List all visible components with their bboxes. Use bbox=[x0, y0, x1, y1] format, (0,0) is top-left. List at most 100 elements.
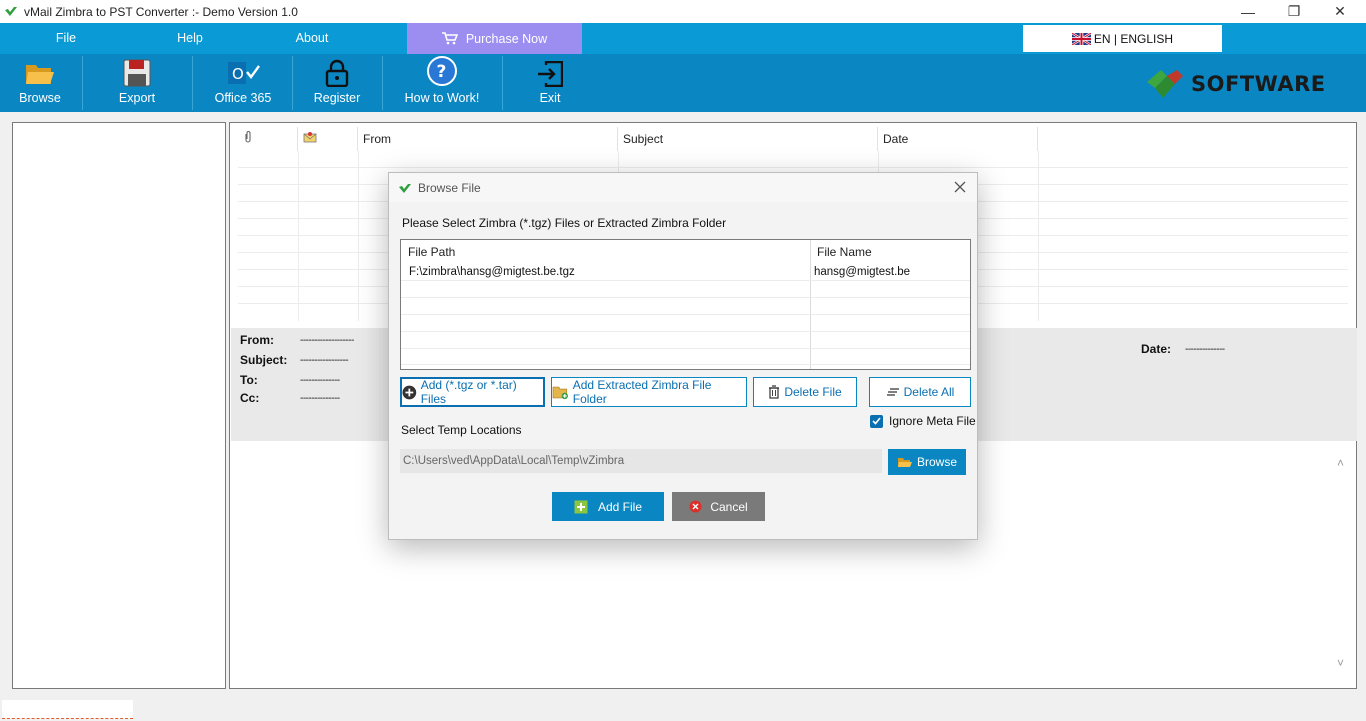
dialog-instruction: Please Select Zimbra (*.tgz) Files or Ex… bbox=[402, 216, 727, 230]
help-icon: ? bbox=[427, 56, 457, 86]
brand-logo-icon bbox=[1147, 70, 1183, 98]
add-files-button[interactable]: Add (*.tgz or *.tar) Files bbox=[400, 377, 545, 407]
cancel-circle-icon bbox=[689, 500, 702, 513]
row-divider bbox=[401, 314, 970, 315]
lock-icon bbox=[325, 59, 349, 87]
brand-logo: SOFTWARE bbox=[1145, 68, 1326, 100]
add-square-icon bbox=[574, 500, 588, 513]
language-label: EN | ENGLISH bbox=[1093, 31, 1174, 46]
scroll-down-arrow-icon[interactable]: ˅ bbox=[1337, 656, 1344, 670]
cart-icon bbox=[441, 32, 458, 45]
file-name-cell[interactable]: hansg@migtest.be bbox=[806, 264, 966, 280]
add-file-button[interactable]: Add File bbox=[552, 492, 664, 521]
browse-tool-label: Browse bbox=[19, 91, 61, 105]
to-label: To: bbox=[240, 373, 258, 387]
menu-help[interactable]: Help bbox=[160, 23, 220, 54]
how-to-work-tool-button[interactable]: ? How to Work! bbox=[396, 54, 488, 112]
close-icon: ✕ bbox=[1334, 3, 1346, 19]
cc-label: Cc: bbox=[240, 391, 260, 405]
attachment-column-header[interactable] bbox=[238, 127, 298, 151]
scroll-up-arrow-icon[interactable]: ˄ bbox=[1337, 456, 1344, 470]
temp-browse-label: Browse bbox=[916, 455, 957, 469]
mail-grid-header: From Subject Date bbox=[238, 127, 1348, 151]
export-tool-button[interactable]: Export bbox=[96, 54, 178, 112]
register-tool-button[interactable]: Register bbox=[298, 54, 376, 112]
date-value: -------------- bbox=[1185, 344, 1225, 355]
add-folder-button[interactable]: Add Extracted Zimbra File Folder bbox=[551, 377, 747, 407]
browse-tool-button[interactable]: Browse bbox=[0, 54, 80, 112]
exit-tool-button[interactable]: Exit bbox=[514, 54, 586, 112]
row-divider bbox=[401, 280, 970, 281]
language-selector[interactable]: EN | ENGLISH bbox=[1023, 25, 1222, 52]
purchase-label: Purchase Now bbox=[465, 31, 548, 46]
window-title: vMail Zimbra to PST Converter :- Demo Ve… bbox=[24, 4, 298, 19]
app-logo-icon bbox=[399, 183, 411, 193]
row-divider bbox=[401, 297, 970, 298]
menu-file[interactable]: File bbox=[36, 23, 96, 54]
ignore-meta-checkbox[interactable]: Ignore Meta File bbox=[870, 414, 976, 428]
dialog-close-button[interactable] bbox=[951, 178, 969, 196]
close-window-button[interactable]: ✕ bbox=[1317, 0, 1363, 23]
read-status-column-header[interactable] bbox=[298, 127, 358, 151]
add-circle-icon bbox=[402, 385, 417, 399]
subject-column-header[interactable]: Subject bbox=[618, 127, 878, 151]
grid-row-line bbox=[238, 167, 1348, 168]
how-to-work-tool-label: How to Work! bbox=[404, 91, 480, 105]
delete-file-label: Delete File bbox=[784, 385, 842, 399]
delete-all-button[interactable]: Delete All bbox=[869, 377, 971, 407]
cc-value: -------------- bbox=[300, 393, 340, 404]
purchase-now-button[interactable]: Purchase Now bbox=[407, 23, 582, 54]
grid-col-line bbox=[1038, 151, 1039, 321]
add-file-label: Add File bbox=[597, 499, 643, 514]
restore-button[interactable]: ❐ bbox=[1271, 0, 1317, 23]
from-column-header[interactable]: From bbox=[358, 127, 618, 151]
app-logo-icon bbox=[5, 6, 17, 16]
brand-text: SOFTWARE bbox=[1191, 72, 1326, 96]
date-label: Date: bbox=[1141, 342, 1172, 356]
office365-tool-label: Office 365 bbox=[214, 91, 272, 105]
svg-text:?: ? bbox=[437, 62, 447, 82]
svg-text:O: O bbox=[232, 65, 244, 83]
file-path-column-header[interactable]: File Path bbox=[401, 243, 810, 261]
exit-icon bbox=[538, 61, 563, 87]
register-tool-label: Register bbox=[313, 91, 361, 105]
add-files-label: Add (*.tgz or *.tar) Files bbox=[420, 378, 517, 406]
grid-col-line bbox=[298, 151, 299, 321]
column-divider bbox=[810, 240, 811, 369]
date-column-header[interactable]: Date bbox=[878, 127, 1038, 151]
row-divider bbox=[401, 348, 970, 349]
row-divider bbox=[401, 364, 970, 365]
dialog-title: Browse File bbox=[418, 180, 481, 195]
file-path-cell[interactable]: F:\zimbra\hansg@migtest.be.tgz bbox=[401, 264, 810, 280]
menu-about[interactable]: About bbox=[282, 23, 342, 54]
minimize-icon: — bbox=[1241, 3, 1255, 20]
folder-icon bbox=[26, 65, 54, 84]
title-bar: vMail Zimbra to PST Converter :- Demo Ve… bbox=[0, 0, 1366, 23]
cancel-button[interactable]: Cancel bbox=[672, 492, 765, 521]
office365-tool-button[interactable]: O Office 365 bbox=[200, 54, 286, 112]
clear-list-icon bbox=[886, 388, 899, 396]
delete-file-button[interactable]: Delete File bbox=[753, 377, 857, 407]
exit-tool-label: Exit bbox=[539, 91, 561, 105]
folder-tree-panel[interactable] bbox=[12, 122, 226, 689]
temp-browse-button[interactable]: Browse bbox=[888, 449, 966, 475]
from-value: ------------------- bbox=[300, 335, 354, 346]
status-bar bbox=[0, 698, 1366, 721]
file-name-column-header[interactable]: File Name bbox=[810, 243, 970, 261]
open-folder-icon bbox=[897, 457, 912, 467]
file-list-table[interactable]: File Path File Name F:\zimbra\hansg@migt… bbox=[400, 239, 971, 370]
toolbar-separator bbox=[292, 56, 293, 110]
envelope-icon bbox=[303, 132, 317, 143]
restore-icon: ❐ bbox=[1287, 3, 1301, 19]
checkbox-checked-icon[interactable] bbox=[870, 414, 883, 428]
folder-add-icon bbox=[552, 386, 568, 399]
close-icon bbox=[954, 181, 966, 193]
status-progress-field bbox=[2, 700, 133, 719]
temp-location-field[interactable]: C:\Users\ved\AppData\Local\Temp\vZimbra bbox=[400, 449, 882, 473]
from-label: From: bbox=[240, 333, 274, 347]
menu-bar: File Help About Purchase Now EN | ENGLIS… bbox=[0, 23, 1366, 54]
trash-icon bbox=[769, 385, 780, 399]
minimize-button[interactable]: — bbox=[1225, 0, 1271, 23]
to-value: -------------- bbox=[300, 375, 340, 386]
office365-icon: O bbox=[228, 62, 260, 84]
